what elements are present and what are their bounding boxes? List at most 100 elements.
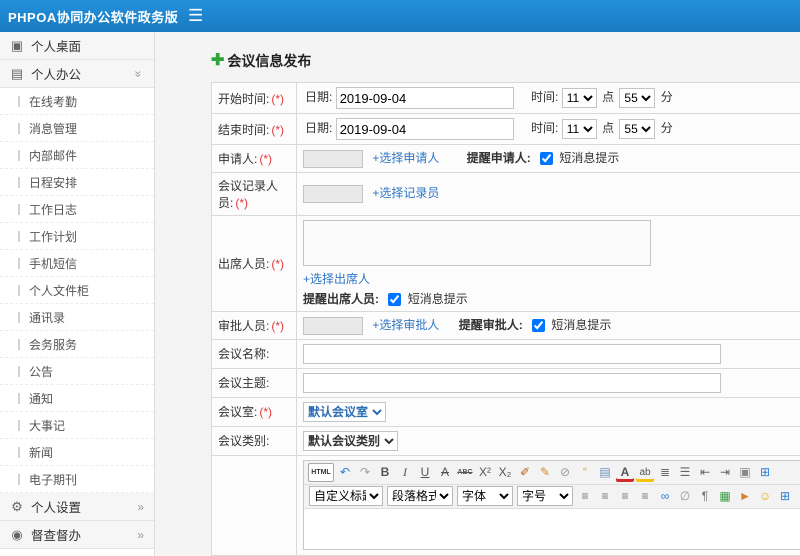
meeting-subject-input[interactable] <box>303 372 721 393</box>
undo-icon[interactable]: ↶ <box>336 463 354 482</box>
item-tick <box>18 176 20 188</box>
select-applicant-link[interactable]: +选择申请人 <box>372 151 439 165</box>
sidebar-item[interactable]: 手机短信 <box>0 250 154 277</box>
paragraph-format-select[interactable]: 段落格式 <box>387 486 453 507</box>
required-mark: (*) <box>271 91 285 106</box>
meeting-name-input[interactable] <box>303 343 721 364</box>
item-tick <box>18 446 20 458</box>
link-icon[interactable]: ∞ <box>656 487 674 506</box>
underline-icon[interactable]: U <box>416 463 434 482</box>
blockquote-icon[interactable]: “ <box>576 463 594 482</box>
minute-unit: 分 <box>660 90 673 105</box>
attendees-label-cell: 出席人员: (*) <box>211 214 297 312</box>
sidebar-item[interactable]: 会务服务 <box>0 331 154 358</box>
anchor-icon[interactable]: ¶ <box>696 487 714 506</box>
approver-sms-checkbox[interactable] <box>532 319 546 333</box>
recorder-input[interactable] <box>303 185 363 204</box>
unlink-icon[interactable]: ∅ <box>676 487 694 506</box>
start-minute-select[interactable]: 55 <box>619 88 656 108</box>
emoticon-icon[interactable]: ☺ <box>756 487 774 506</box>
italic-icon[interactable]: I <box>396 463 414 482</box>
meeting-room-select[interactable]: 默认会议室 <box>303 401 386 422</box>
eraser-icon[interactable]: ✐ <box>516 463 534 482</box>
field-label: 会议类别: <box>218 434 270 449</box>
html-source-icon[interactable]: HTML <box>308 462 334 482</box>
sidebar-section-supervision[interactable]: ◉ 督查督办 » <box>0 521 154 549</box>
redo-icon[interactable]: ↷ <box>356 463 374 482</box>
font-family-select[interactable]: 字体 <box>457 486 513 507</box>
sidebar-item[interactable]: 消息管理 <box>0 115 154 142</box>
insert-date-icon[interactable]: ▤ <box>596 463 614 482</box>
sidebar-item[interactable]: 在线考勤 <box>0 88 154 115</box>
sidebar-item[interactable]: 内部邮件 <box>0 142 154 169</box>
select-recorder-link[interactable]: +选择记录员 <box>372 186 439 200</box>
indent-icon[interactable]: ⇥ <box>716 463 734 482</box>
meeting-type-select[interactable]: 默认会议类别 <box>303 430 398 451</box>
sidebar-item[interactable]: 公告 <box>0 358 154 385</box>
fullscreen-icon[interactable]: ⊞ <box>756 463 774 482</box>
sidebar-item[interactable]: 个人文件柜 <box>0 277 154 304</box>
briefcase-icon: ▤ <box>10 65 24 81</box>
page-header: ✚ 会议信息发布 <box>211 50 800 72</box>
chevron-down-icon: » <box>131 70 146 77</box>
editor-content-area[interactable] <box>304 508 800 549</box>
sidebar-item[interactable]: 通知 <box>0 385 154 412</box>
sidebar-item[interactable]: 工作日志 <box>0 196 154 223</box>
superscript-icon[interactable]: X² <box>476 463 494 482</box>
approver-input[interactable] <box>303 316 363 335</box>
outdent-icon[interactable]: ⇤ <box>696 463 714 482</box>
format-painter-icon[interactable]: ✎ <box>536 463 554 482</box>
sidebar-section-desktop[interactable]: ▣ 个人桌面 <box>0 32 154 60</box>
font-color-icon[interactable]: A <box>616 463 634 482</box>
sms-label: 短消息提示 <box>559 151 620 165</box>
bold-icon[interactable]: B <box>376 463 394 482</box>
sidebar-item-label: 公告 <box>29 364 54 379</box>
ordered-list-icon[interactable]: ≣ <box>656 463 674 482</box>
start-date-input[interactable] <box>335 87 514 109</box>
end-date-input[interactable] <box>335 118 514 140</box>
form-row-start-time: 开始时间:(*) 日期: 时间: 11 点 55 分 <box>211 82 800 114</box>
spellcheck-icon[interactable]: ABC <box>456 463 474 482</box>
sidebar-section-settings[interactable]: ⚙ 个人设置 » <box>0 493 154 521</box>
remind-approver-label: 提醒审批人: <box>458 317 523 332</box>
unordered-list-icon[interactable]: ☰ <box>676 463 694 482</box>
end-hour-select[interactable]: 11 <box>561 119 597 139</box>
hamburger-menu-icon[interactable]: ☰ <box>188 0 203 32</box>
field-label: 结束时间: <box>218 122 270 137</box>
heading-style-select[interactable]: 自定义标题 <box>309 486 383 507</box>
required-mark: (*) <box>259 151 273 166</box>
sidebar-item[interactable]: 工作计划 <box>0 223 154 250</box>
align-center-icon[interactable]: ≡ <box>596 487 614 506</box>
justify-icon[interactable]: ≡ <box>636 487 654 506</box>
media-icon[interactable]: ► <box>736 487 754 506</box>
image-icon[interactable]: ▦ <box>716 487 734 506</box>
remove-format-icon[interactable]: ⊘ <box>556 463 574 482</box>
select-attendees-link[interactable]: +选择出席人 <box>303 272 370 286</box>
align-right-icon[interactable]: ≡ <box>616 487 634 506</box>
font-size-select[interactable]: 字号 <box>517 486 573 507</box>
select-approver-link[interactable]: +选择审批人 <box>372 318 439 332</box>
sidebar-item[interactable]: 新闻 <box>0 439 154 466</box>
attendees-sms-checkbox[interactable] <box>388 293 402 307</box>
attendees-textarea[interactable] <box>303 219 651 266</box>
sidebar-item[interactable]: 大事记 <box>0 412 154 439</box>
paste-text-icon[interactable]: ▣ <box>736 463 754 482</box>
sidebar-section-office[interactable]: ▤ 个人办公 » <box>0 60 154 88</box>
end-minute-select[interactable]: 55 <box>619 119 656 139</box>
strikethrough-icon[interactable]: A <box>436 463 454 482</box>
map-icon[interactable]: ⊡ <box>796 487 800 506</box>
align-left-icon[interactable]: ≡ <box>576 487 594 506</box>
sidebar-item[interactable]: 日程安排 <box>0 169 154 196</box>
applicant-input[interactable] <box>303 149 363 168</box>
required-mark: (*) <box>271 256 285 271</box>
sidebar-item[interactable]: 通讯录 <box>0 304 154 331</box>
subscript-icon[interactable]: X₂ <box>496 463 514 482</box>
start-hour-select[interactable]: 11 <box>561 88 597 108</box>
sidebar-item[interactable]: 电子期刊 <box>0 466 154 493</box>
sidebar-item-label: 工作日志 <box>29 202 78 217</box>
table-icon[interactable]: ⊞ <box>776 487 794 506</box>
applicant-sms-checkbox[interactable] <box>540 152 554 166</box>
highlight-color-icon[interactable]: ab <box>636 463 654 482</box>
item-tick <box>18 149 20 161</box>
field-label: 会议室: <box>218 405 258 420</box>
